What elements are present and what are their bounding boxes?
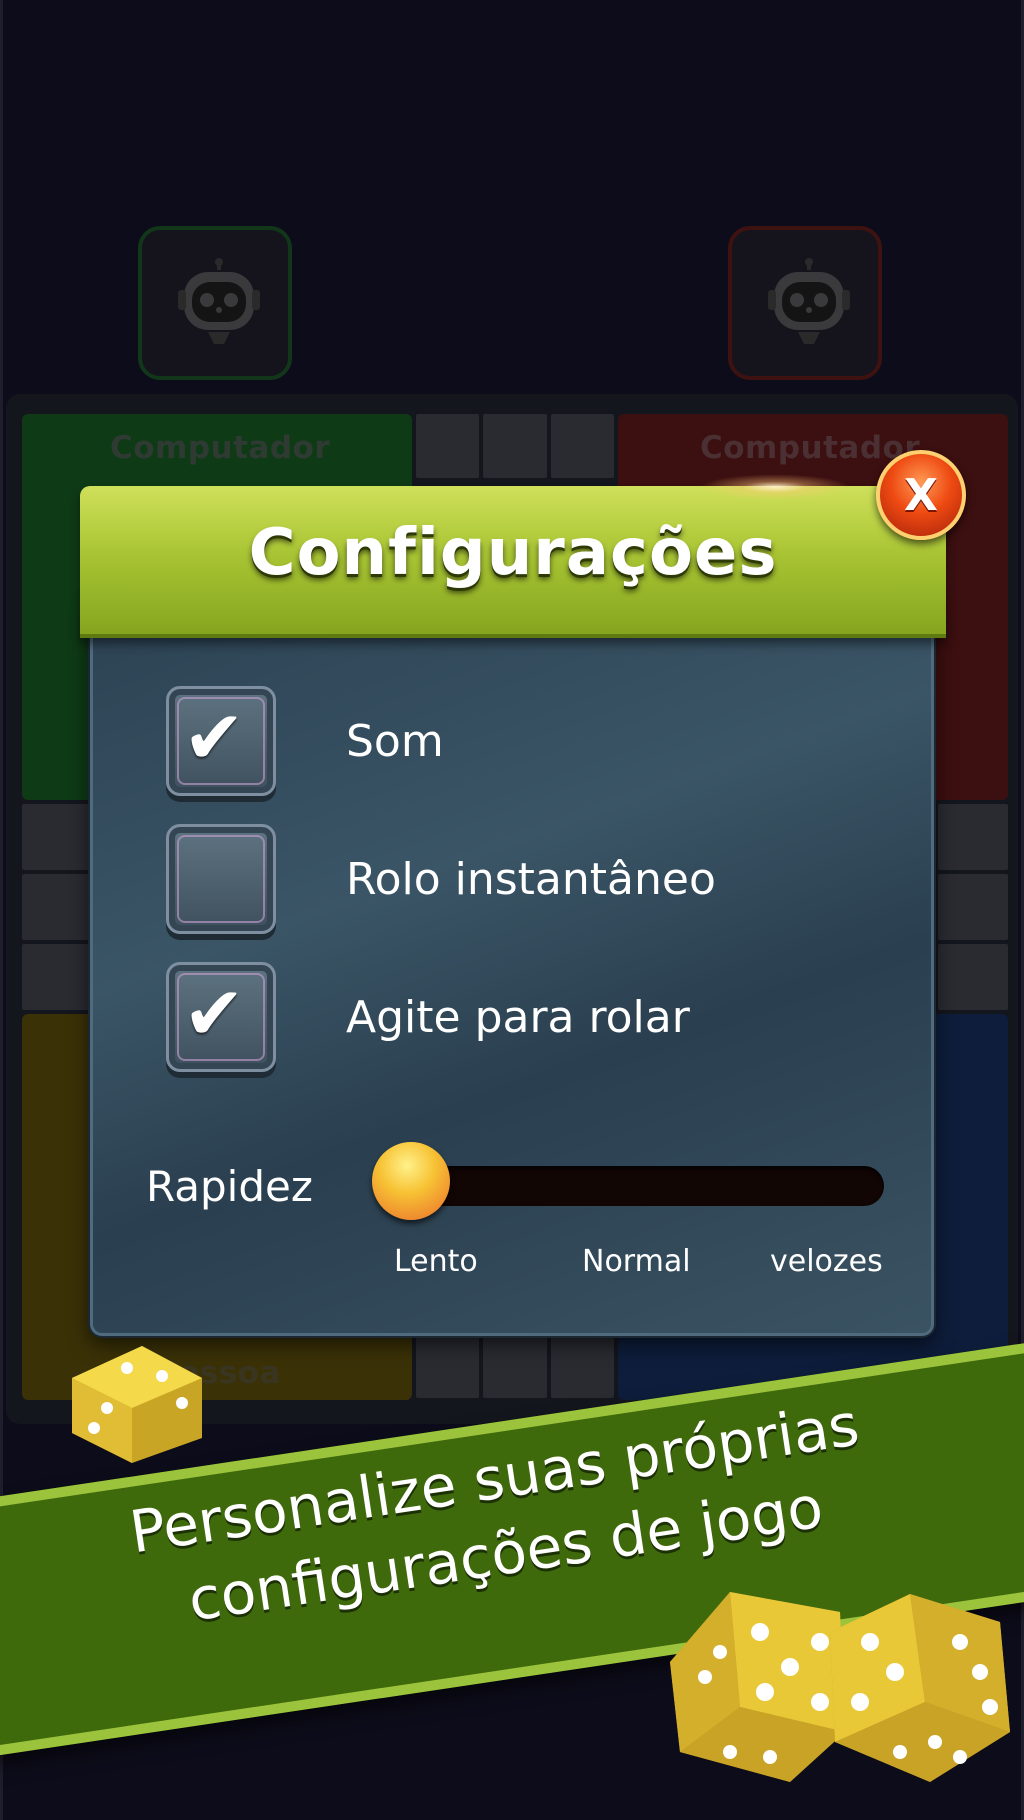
speed-tick-fast: velozes <box>770 1244 883 1279</box>
header-glow <box>700 474 850 500</box>
option-instant-roll: Rolo instantâneo <box>166 824 866 934</box>
option-shake-to-roll: ✔ Agite para rolar <box>166 962 866 1072</box>
dialog-title: Configurações <box>248 516 778 590</box>
speed-label: Rapidez <box>146 1162 313 1211</box>
robot-icon <box>178 258 260 344</box>
close-icon: X <box>904 469 938 521</box>
robot-icon <box>768 258 850 344</box>
small-die-icon <box>72 1346 202 1463</box>
board-cells-top <box>416 414 614 478</box>
board-cells-right <box>938 804 1008 1010</box>
speed-tick-normal: Normal <box>582 1244 691 1279</box>
player-name-top-left: Computador <box>110 430 331 466</box>
dialog-header: Configurações <box>80 486 946 638</box>
dice-icon <box>670 1592 1010 1782</box>
close-button[interactable]: X <box>876 450 966 540</box>
shake-to-roll-checkbox[interactable]: ✔ <box>166 962 276 1072</box>
player-avatar-red <box>728 226 882 380</box>
checkmark-icon: ✔ <box>183 695 246 781</box>
player-avatar-green <box>138 226 292 380</box>
board-cells-bottom <box>416 1334 614 1398</box>
board-cells-left <box>22 804 92 1010</box>
sound-checkbox[interactable]: ✔ <box>166 686 276 796</box>
instant-roll-checkbox[interactable] <box>166 824 276 934</box>
option-sound: ✔ Som <box>166 686 866 796</box>
speed-slider-thumb[interactable] <box>372 1142 450 1220</box>
shake-to-roll-label: Agite para rolar <box>346 992 690 1043</box>
instant-roll-label: Rolo instantâneo <box>346 854 716 905</box>
player-name-top-right: Computador <box>700 430 921 466</box>
checkmark-icon: ✔ <box>183 971 246 1057</box>
speed-tick-slow: Lento <box>394 1244 478 1279</box>
speed-slider-track[interactable] <box>388 1166 884 1206</box>
sound-label: Som <box>346 716 444 767</box>
